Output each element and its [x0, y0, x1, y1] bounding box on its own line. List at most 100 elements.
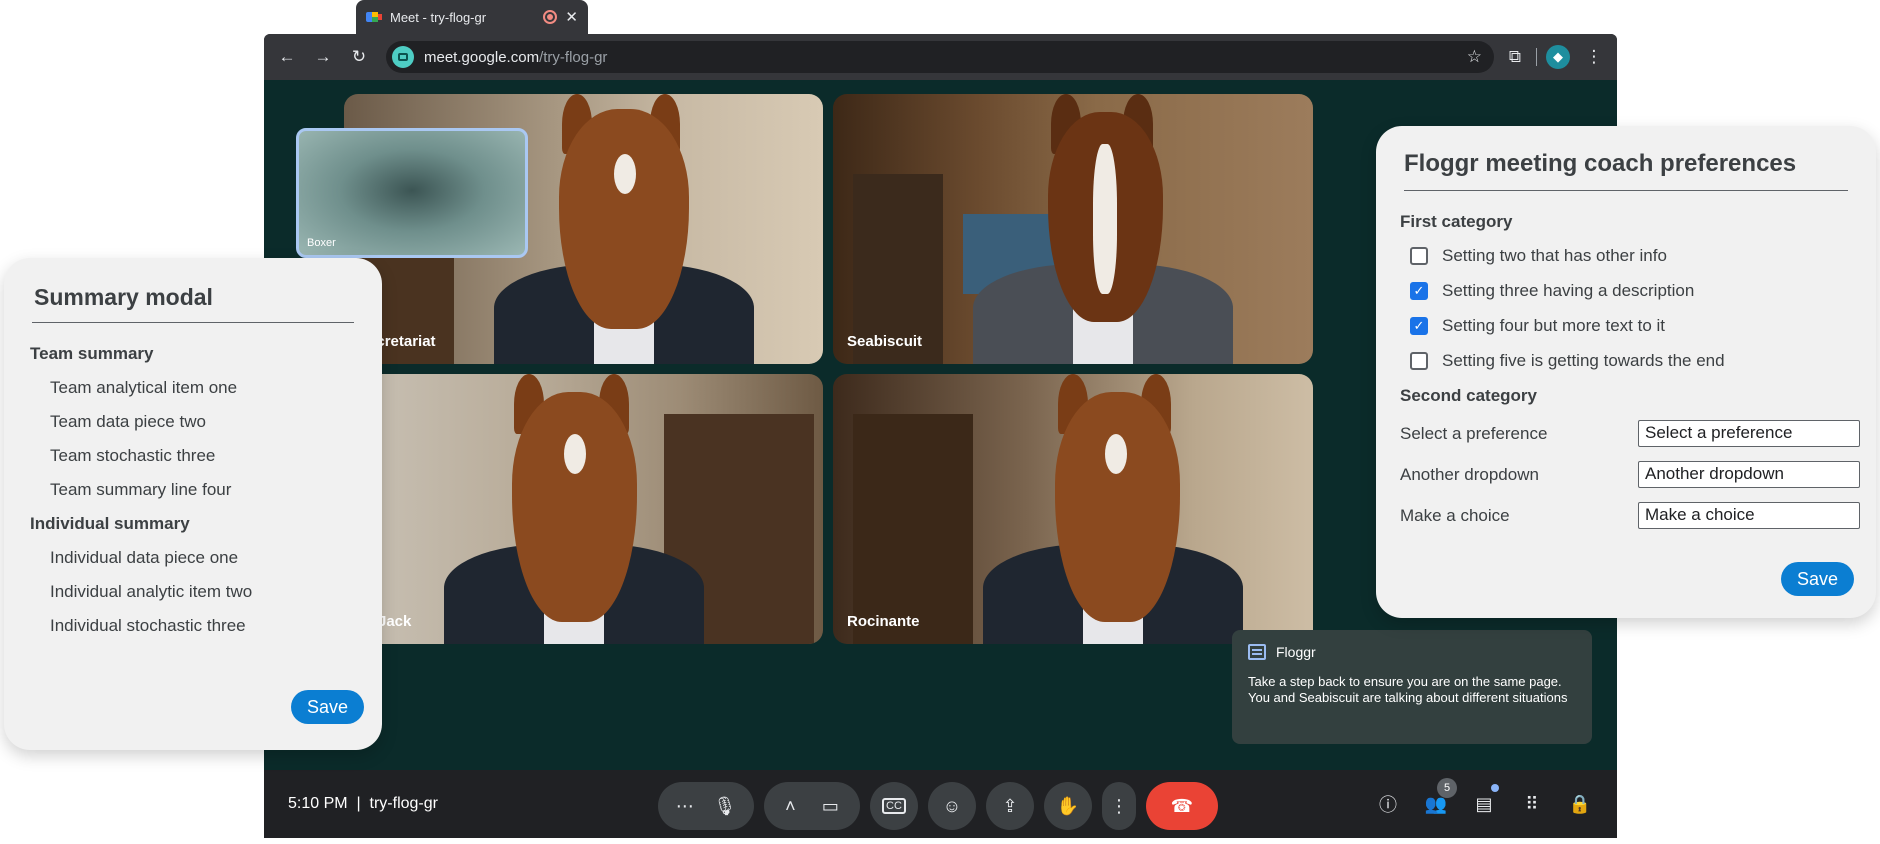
chat-bubble-icon [1248, 644, 1266, 660]
dropdown-label: Select a preference [1400, 423, 1548, 443]
meeting-details-icon[interactable]: ⓘ [1371, 782, 1405, 826]
video-options-icon[interactable]: ˄ [785, 796, 796, 817]
individual-summary-heading: Individual summary [30, 514, 190, 533]
second-category-heading: Second category [1400, 386, 1537, 405]
dropdown-row: Another dropdown Another dropdown [1400, 461, 1860, 488]
more-options-button[interactable]: ⋮ [1102, 782, 1136, 830]
preferences-save-button[interactable]: Save [1780, 562, 1854, 596]
camera-control: ˄ ▭ [764, 782, 860, 830]
list-item: Team analytical item one [50, 378, 238, 397]
list-item: Individual analytic item two [50, 582, 253, 601]
dropdown-row: Make a choice Make a choice [1400, 502, 1860, 529]
setting-row[interactable]: ✓ Setting three having a description [1410, 281, 1860, 301]
extensions-icon[interactable]: ⧉ [1500, 42, 1530, 72]
host-controls-icon[interactable]: 🔒 [1563, 782, 1597, 826]
title-divider [1404, 190, 1848, 191]
list-item: Team data piece two [50, 412, 206, 431]
browser-menu-icon[interactable]: ⋮ [1579, 42, 1609, 72]
bookmark-star-icon[interactable]: ☆ [1467, 47, 1482, 67]
preferences-modal-title: Floggr meeting coach preferences [1404, 150, 1797, 177]
audio-options-icon[interactable]: ⋯ [676, 796, 694, 817]
activities-icon[interactable]: ⠿ [1515, 782, 1549, 826]
present-screen-icon: ⇪ [1002, 795, 1018, 816]
raise-hand-button[interactable]: ✋ [1044, 782, 1092, 830]
participant-name: Seabiscuit [847, 333, 923, 350]
more-vert-icon: ⋮ [1110, 795, 1128, 816]
captions-icon: CC [882, 798, 906, 814]
preferences-modal: Floggr meeting coach preferences First c… [1376, 126, 1876, 618]
camera-icon[interactable]: ▭ [822, 796, 839, 817]
setting-row[interactable]: Setting five is getting towards the end [1410, 351, 1860, 371]
horse-figure [953, 94, 1253, 364]
tab-close-icon[interactable]: ✕ [565, 8, 578, 26]
reload-icon[interactable]: ↻ [344, 42, 374, 72]
toolbar-divider [1536, 48, 1537, 66]
present-button[interactable]: ⇪ [986, 782, 1034, 830]
list-item: Individual stochastic three [50, 616, 246, 635]
stage: Meet - try-flog-gr ✕ ← → ↻ meet.google.c… [0, 0, 1880, 844]
forward-icon[interactable]: → [308, 42, 338, 72]
meeting-code: try-flog-gr [369, 795, 438, 812]
address-bar[interactable]: meet.google.com/try-flog-gr ☆ [386, 41, 1494, 73]
setting-checkbox[interactable]: ✓ [1410, 317, 1428, 335]
another-dropdown-select[interactable]: Another dropdown [1638, 461, 1860, 488]
notification-message: Take a step back to ensure you are on th… [1248, 674, 1568, 705]
horse-figure [963, 374, 1263, 644]
profile-button[interactable]: ◆ [1543, 42, 1573, 72]
list-item: Team stochastic three [50, 446, 216, 465]
setting-label: Setting two that has other info [1442, 246, 1667, 265]
meeting-info-separator: | [356, 795, 361, 812]
video-tile[interactable]: BoJack [344, 374, 823, 644]
setting-label: Setting five is getting towards the end [1442, 351, 1725, 370]
site-info-icon[interactable] [392, 46, 414, 68]
mic-control: ⋯ 🎙 [658, 782, 754, 830]
meeting-info: 5:10 PM | try-flog-gr [288, 795, 438, 813]
setting-checkbox[interactable]: ✓ [1410, 282, 1428, 300]
self-view-name: Boxer [307, 237, 336, 249]
preference-select[interactable]: Select a preference [1638, 420, 1860, 447]
first-category-heading: First category [1400, 212, 1513, 231]
dropdown-label: Another dropdown [1400, 464, 1539, 484]
captions-button[interactable]: CC [870, 782, 918, 830]
browser-tab[interactable]: Meet - try-flog-gr ✕ [356, 0, 588, 34]
list-item: Individual data piece one [50, 548, 239, 567]
end-call-icon: ☎ [1170, 795, 1194, 816]
url-text: meet.google.com/try-flog-gr [424, 48, 608, 66]
setting-row[interactable]: ✓ Setting four but more text to it [1410, 316, 1860, 336]
setting-label: Setting three having a description [1442, 281, 1695, 300]
summary-modal: Summary modal Team summary Team analytic… [4, 258, 382, 750]
setting-row[interactable]: Setting two that has other info [1410, 246, 1860, 266]
bookshelf [853, 414, 973, 644]
summary-save-button[interactable]: Save [290, 690, 364, 724]
summary-modal-title: Summary modal [34, 284, 213, 310]
people-icon[interactable]: 👥 5 [1419, 778, 1457, 826]
setting-checkbox[interactable] [1410, 352, 1428, 370]
video-tile[interactable]: Seabiscuit [833, 94, 1313, 364]
choice-select[interactable]: Make a choice [1638, 502, 1860, 529]
hand-icon: ✋ [1056, 795, 1080, 816]
meeting-time: 5:10 PM [288, 795, 348, 812]
chat-icon[interactable]: ▤ [1467, 782, 1501, 826]
microphone-icon[interactable]: 🎙 [713, 796, 736, 817]
meeting-controls-bar: 5:10 PM | try-flog-gr ⋯ 🎙 ˄ ▭ CC ☺ ⇪ ✋ ⋮… [264, 770, 1617, 838]
self-view[interactable]: Boxer [296, 128, 528, 258]
back-icon[interactable]: ← [272, 42, 302, 72]
video-tile[interactable]: Rocinante [833, 374, 1313, 644]
setting-checkbox[interactable] [1410, 247, 1428, 265]
recording-icon [543, 10, 558, 24]
team-summary-heading: Team summary [30, 344, 154, 363]
list-item: Team summary line four [50, 480, 232, 499]
dropdown-label: Make a choice [1400, 505, 1510, 525]
tab-title: Meet - try-flog-gr [390, 9, 487, 25]
horse-figure [424, 374, 724, 644]
leave-call-button[interactable]: ☎ [1146, 782, 1218, 830]
reactions-button[interactable]: ☺ [928, 782, 976, 830]
floggr-notification[interactable]: Floggr Take a step back to ensure you ar… [1232, 630, 1592, 744]
profile-avatar-icon: ◆ [1546, 45, 1570, 69]
title-divider [32, 322, 354, 323]
meet-logo-icon [366, 10, 382, 24]
emoji-icon: ☺ [942, 795, 962, 816]
chat-unread-dot [1491, 784, 1499, 792]
participant-name: Rocinante [847, 613, 920, 630]
participants-badge: 5 [1437, 778, 1457, 798]
